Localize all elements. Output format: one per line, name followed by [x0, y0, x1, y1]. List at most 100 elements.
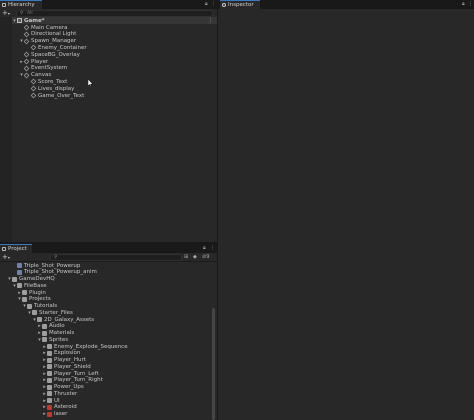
hierarchy-item-label: Player — [31, 58, 49, 65]
gameobject-icon — [23, 38, 30, 44]
asset-icon — [17, 269, 22, 275]
hierarchy-item-label: Lives_display — [38, 85, 75, 92]
inspector-more-icon[interactable]: ⋮ — [468, 1, 473, 7]
inspector-lock-icon[interactable]: 🔒︎ — [462, 1, 465, 7]
project-item-label: Power_Ups — [54, 384, 84, 390]
gameobject-icon — [30, 85, 37, 92]
scene-menu-icon[interactable]: ⋮ — [208, 18, 213, 24]
project-panel: Project 🔒︎ ⋮ +▾ ⚲ ⊞ ◆ ⊘9 Triple_Shot_Pow… — [0, 244, 217, 420]
hidden-packages-icon[interactable]: ⊘9 — [202, 253, 209, 261]
project-item-label: 2D_Galaxy_Assets — [44, 316, 95, 323]
hierarchy-icon — [2, 3, 6, 7]
project-search-icon: ⚲ — [54, 255, 58, 260]
gameobject-icon — [30, 92, 37, 99]
hidden-count: 9 — [206, 254, 210, 260]
sprite-icon — [47, 411, 52, 417]
project-item-label: Starter_Files — [39, 309, 73, 316]
inspector-panel: Inspector 🔒︎ ⋮ — [218, 0, 474, 420]
project-toolbar: +▾ ⚲ ⊞ ◆ ⊘9 — [0, 253, 217, 262]
project-item-label: Triple_Shot_Powerup — [24, 262, 81, 269]
hierarchy-item-label: Score_Text — [38, 78, 68, 85]
info-icon — [222, 3, 226, 7]
tab-hierarchy[interactable]: Hierarchy — [0, 0, 42, 9]
folder-icon — [47, 371, 52, 376]
folder-icon — [42, 337, 47, 343]
project-item-label: laser — [54, 411, 68, 417]
hierarchy-item-label: SpaceBG_Overlay — [31, 51, 80, 58]
gameobject-icon — [23, 51, 30, 58]
tab-inspector-label: Inspector — [228, 2, 254, 8]
hierarchy-search-input[interactable]: ⚲ All — [16, 10, 213, 17]
project-item-label: Thruster — [54, 390, 78, 397]
folder-icon — [47, 377, 52, 383]
tab-project[interactable]: Project — [0, 244, 32, 253]
folder-icon — [17, 283, 22, 289]
gameobject-icon — [23, 65, 30, 72]
folder-icon — [27, 303, 32, 309]
asset-icon — [17, 263, 22, 268]
project-item-label: Player_Turn_Left — [54, 370, 99, 377]
folder-tab-icon — [2, 247, 6, 251]
project-item-label: Triple_Shot_Powerup_anim — [24, 269, 97, 276]
project-item-label: FileBase — [24, 282, 47, 289]
search-icon: ⚲ — [20, 11, 24, 16]
folder-icon — [22, 296, 27, 302]
hierarchy-item-label: Spawn_Manager — [31, 38, 77, 45]
folder-icon — [47, 384, 52, 390]
project-item-label: Enemy_Explode_Sequence — [54, 343, 128, 350]
hierarchy-item[interactable]: Game_Over_Text — [26, 92, 217, 99]
project-tabstrip: Project 🔒︎ ⋮ — [0, 244, 217, 253]
project-more-icon[interactable]: ⋮ — [210, 245, 215, 251]
sprite-icon — [47, 404, 52, 410]
project-item-label: Asteroid — [54, 404, 77, 411]
project-item[interactable]: ▸ laser — [42, 411, 217, 418]
project-item-label: UI — [54, 397, 60, 404]
folder-icon — [47, 344, 52, 349]
filter-by-label-icon[interactable]: ◆ — [193, 253, 197, 261]
gameobject-icon — [30, 79, 37, 85]
hierarchy-item-label: Enemy_Container — [38, 44, 87, 51]
project-item-label: Player_Shield — [54, 363, 91, 370]
scene-row[interactable]: ▾ Game* ⋮ — [12, 17, 217, 24]
folder-icon — [42, 323, 47, 329]
hierarchy-item-label: Directional Light — [31, 31, 77, 38]
project-item-label: Materials — [49, 330, 75, 336]
gameobject-icon — [23, 58, 30, 65]
folder-icon — [42, 330, 47, 336]
scene-icon — [17, 18, 22, 23]
inspector-tabstrip: Inspector 🔒︎ ⋮ — [218, 0, 474, 9]
folder-icon — [47, 350, 52, 356]
project-scrollbar[interactable] — [212, 308, 215, 420]
gameobject-icon — [23, 31, 30, 38]
tab-project-label: Project — [8, 246, 27, 252]
project-item-label: Player_Turn_Right — [54, 377, 103, 384]
folder-icon — [37, 317, 42, 322]
folder-icon — [47, 364, 52, 370]
hierarchy-tabstrip: Hierarchy 🔒︎ ⋮ — [0, 0, 217, 9]
mouse-cursor-icon — [88, 79, 93, 87]
hierarchy-item-label: Game_Over_Text — [38, 92, 85, 99]
folder-icon — [32, 310, 37, 316]
project-lock-icon[interactable]: 🔒︎ — [203, 245, 206, 251]
filter-by-type-icon[interactable]: ⊞ — [184, 253, 188, 261]
project-item-label: Plugin — [29, 289, 46, 296]
hierarchy-panel: Hierarchy 🔒︎ ⋮ +▾ ⚲ All ▾ Game* ⋮ Main C… — [0, 0, 217, 242]
hierarchy-item-label: Canvas — [31, 72, 52, 79]
project-item-label: GameDevHQ — [19, 276, 55, 282]
folder-icon — [22, 290, 27, 295]
scene-name: Game* — [24, 17, 45, 24]
project-item-label: Projects — [29, 296, 51, 303]
folder-icon — [12, 276, 17, 282]
hierarchy-item-label: EventSystem — [31, 65, 68, 72]
project-item-label: Sprites — [49, 336, 69, 343]
project-item-label: Tutorials — [34, 303, 58, 309]
project-add-button[interactable]: +▾ — [2, 253, 10, 262]
project-item-label: Player_Hurt — [54, 357, 86, 363]
gameobject-icon — [23, 72, 30, 78]
lock-icon[interactable]: 🔒︎ — [205, 1, 208, 7]
tab-inspector[interactable]: Inspector — [220, 0, 260, 9]
hierarchy-item-label: Main Camera — [31, 24, 68, 31]
more-options-icon[interactable]: ⋮ — [211, 1, 216, 7]
project-search-input[interactable]: ⚲ — [50, 254, 182, 261]
search-placeholder: All — [27, 11, 33, 16]
